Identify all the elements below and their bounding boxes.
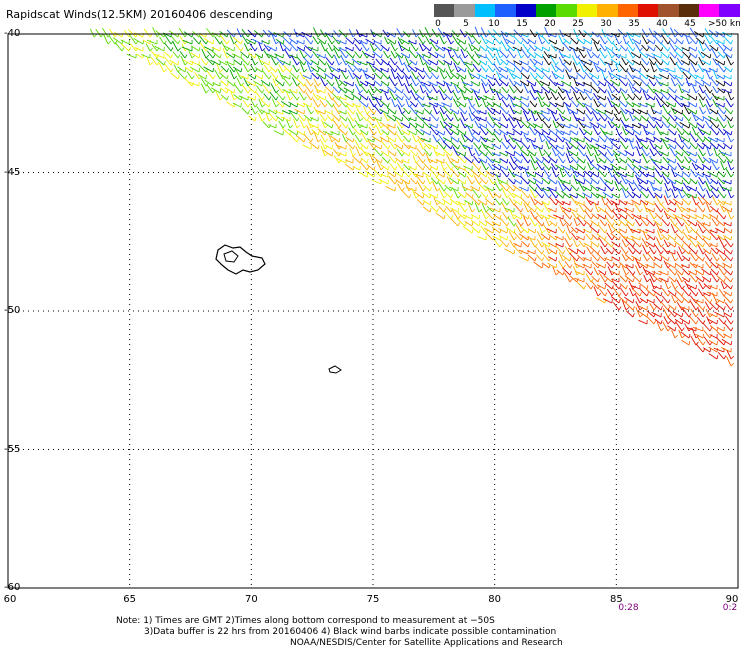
note-line-1: Note: 1) Times are GMT 2)Times along bot… bbox=[116, 616, 495, 626]
islands bbox=[215, 244, 342, 374]
longitude-label: 65 bbox=[123, 594, 137, 605]
kerguelen-inner bbox=[223, 250, 239, 263]
latitude-label: -60 bbox=[4, 582, 21, 593]
latitude-label: -50 bbox=[4, 305, 21, 316]
longitude-label: 80 bbox=[488, 594, 502, 605]
longitude-label: 60 bbox=[3, 594, 17, 605]
wind-map[interactable] bbox=[0, 0, 740, 650]
time-label: 0:28 bbox=[618, 603, 639, 613]
note-line-2: 3)Data buffer is 22 hrs from 20160406 4)… bbox=[144, 627, 557, 637]
latitude-label: -45 bbox=[4, 166, 21, 178]
note-line-3: NOAA/NESDIS/Center for Satellite Applica… bbox=[290, 638, 563, 648]
heard-island bbox=[328, 365, 342, 374]
longitude-label: 70 bbox=[244, 594, 258, 605]
kerguelen-island bbox=[215, 244, 266, 275]
latitude-label: -55 bbox=[4, 443, 21, 455]
wind-barbs bbox=[89, 26, 735, 367]
longitude-label: 75 bbox=[366, 594, 380, 605]
time-label: 0:2 bbox=[722, 603, 738, 613]
latitude-label: -40 bbox=[4, 28, 21, 39]
